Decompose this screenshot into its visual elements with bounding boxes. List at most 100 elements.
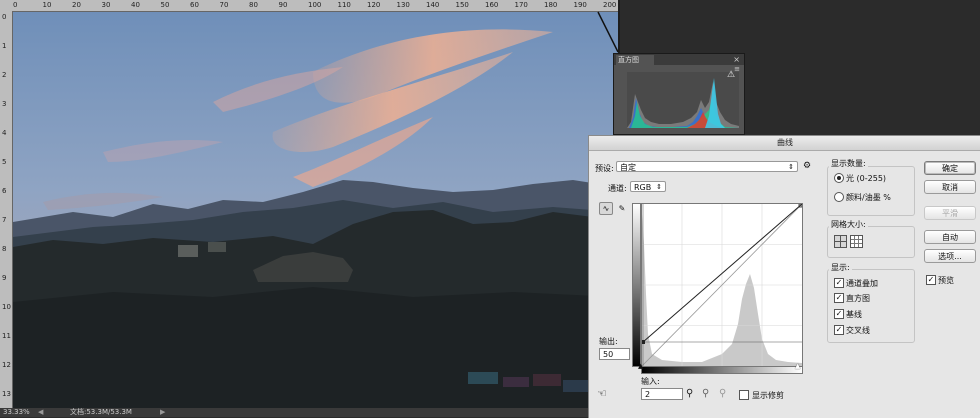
histogram-label: 直方图 (846, 294, 870, 303)
ruler-left-label: 4 (2, 129, 7, 137)
smooth-button[interactable]: 平滑 (924, 206, 976, 220)
preview-checkbox[interactable]: ✓ (926, 275, 936, 285)
histogram-panel-header[interactable]: 直方图 × (614, 54, 744, 65)
channel-label: 通道: (608, 184, 627, 193)
auto-button[interactable]: 自动 (924, 230, 976, 244)
output-field[interactable]: 50 (599, 348, 630, 360)
ruler-left-label: 2 (2, 71, 7, 79)
show-amount-title: 显示数量: (829, 158, 868, 169)
photo-canvas[interactable] (13, 12, 618, 408)
histogram-chart (627, 72, 739, 128)
ruler-top-label: 10 (42, 1, 52, 9)
cancel-button[interactable]: 取消 (924, 180, 976, 194)
ruler-top-label: 140 (426, 1, 440, 9)
ruler-top-label: 50 (160, 1, 170, 9)
preset-value: 自定 (620, 163, 636, 172)
output-gradient-bar (632, 203, 641, 367)
ruler-left-label: 8 (2, 245, 7, 253)
ruler-left: 0 1 2 3 4 5 6 7 8 9 10 11 12 13 (0, 11, 13, 408)
ruler-top-label: 180 (544, 1, 558, 9)
channel-overlays-checkbox[interactable]: ✓ (834, 278, 844, 288)
white-eyedropper-icon[interactable]: ⚲ (719, 388, 726, 399)
landscape-photo (13, 12, 618, 408)
ok-button[interactable]: 确定 (924, 161, 976, 175)
ruler-left-label: 6 (2, 187, 7, 195)
light-option-label: 光 (0-255) (846, 174, 887, 183)
detailed-grid-icon[interactable] (850, 235, 863, 248)
white-point-slider[interactable]: ▲ (795, 362, 800, 370)
ruler-left-label: 12 (2, 361, 11, 369)
ruler-top-label: 150 (455, 1, 469, 9)
curve-point-tool[interactable]: ∿ (599, 202, 613, 215)
ruler-left-label: 1 (2, 42, 7, 50)
ruler-top: 0 10 20 30 40 50 60 70 80 90 100 110 120 130 140 150 160… (0, 0, 620, 12)
ruler-top-label: 90 (278, 1, 288, 9)
warning-icon[interactable]: ⚠ (727, 70, 735, 80)
baseline-checkbox[interactable]: ✓ (834, 309, 844, 319)
document-size: 文档:53.3M/53.3M (70, 408, 132, 416)
ruler-top-label: 20 (72, 1, 81, 9)
black-eyedropper-icon[interactable]: ⚲ (686, 388, 693, 399)
ruler-top-label: 40 (131, 1, 140, 9)
options-button[interactable]: 选项... (924, 249, 976, 263)
panel-connector-line (597, 11, 619, 53)
ruler-top-label: 170 (514, 1, 528, 9)
dialog-title[interactable]: 曲线 (589, 136, 980, 151)
input-gradient-bar (641, 366, 803, 374)
ruler-left-label: 0 (2, 13, 7, 21)
close-icon[interactable]: × (733, 54, 740, 65)
show-clipping-checkbox[interactable] (739, 390, 749, 400)
ruler-top-label: 130 (396, 1, 410, 9)
histogram-checkbox[interactable]: ✓ (834, 293, 844, 303)
chevron-updown-icon: ⇕ (656, 183, 662, 191)
ruler-left-label: 13 (2, 390, 11, 398)
ruler-top-label: 200 (603, 1, 617, 9)
gray-eyedropper-icon[interactable]: ⚲ (702, 388, 709, 399)
status-bar: 33.33% ◀ 文档:53.3M/53.3M ▶ (0, 408, 620, 417)
show-clipping-label: 显示修剪 (752, 391, 784, 400)
zoom-level[interactable]: 33.33% (3, 408, 30, 417)
ruler-left-label: 5 (2, 158, 7, 166)
grid-size-title: 网格大小: (829, 219, 868, 230)
pigment-radio[interactable] (834, 192, 844, 202)
baseline-label: 基线 (846, 310, 862, 319)
status-menu-icon[interactable]: ▶ (160, 408, 165, 417)
light-radio[interactable] (834, 173, 844, 183)
ruler-top-label: 110 (337, 1, 351, 9)
intersection-line-label: 交叉线 (846, 326, 870, 335)
simple-grid-icon[interactable] (834, 235, 847, 248)
ruler-top-label: 30 (101, 1, 111, 9)
pencil-icon[interactable]: ✎ (615, 202, 629, 215)
channel-overlays-label: 通道叠加 (846, 279, 878, 288)
preset-select[interactable]: 自定 ⇕ (616, 161, 798, 172)
ruler-left-label: 11 (2, 332, 11, 340)
input-field[interactable]: 2 (641, 388, 683, 400)
preset-label: 预设: (595, 164, 614, 173)
show-title: 显示: (829, 262, 852, 273)
histogram-tab[interactable]: 直方图 (616, 55, 654, 65)
histogram-panel: 直方图 × ≡ ⚠ (613, 53, 745, 135)
ruler-top-label: 190 (573, 1, 587, 9)
ruler-left-label: 10 (2, 303, 11, 311)
curves-dialog: 曲线 预设: 自定 ⇕ ⚙ 通道: RGB ⇕ ∿ ✎ 输出: 50 ▲ ▲ 输… (588, 135, 980, 418)
chevron-updown-icon: ⇕ (788, 163, 794, 171)
ruler-top-label: 60 (190, 1, 199, 9)
channel-value: RGB (634, 183, 652, 192)
ruler-top-label: 160 (485, 1, 499, 9)
ruler-top-label: 0 (13, 1, 18, 9)
ruler-top-label: 70 (219, 1, 229, 9)
curves-graph[interactable] (641, 203, 803, 367)
intersection-line-checkbox[interactable]: ✓ (834, 325, 844, 335)
black-point-slider[interactable]: ▲ (638, 362, 643, 370)
status-arrow[interactable]: ◀ (38, 408, 43, 417)
gear-icon[interactable]: ⚙ (803, 161, 811, 171)
ruler-top-label: 80 (249, 1, 258, 9)
output-label: 输出: (599, 337, 618, 346)
pigment-option-label: 颜料/油墨 % (846, 193, 891, 202)
ruler-top-label: 100 (308, 1, 322, 9)
target-adjust-icon[interactable]: ☜ (597, 387, 607, 400)
channel-select[interactable]: RGB ⇕ (630, 181, 666, 192)
ruler-left-label: 7 (2, 216, 7, 224)
ruler-left-label: 9 (2, 274, 7, 282)
ruler-top-label: 120 (367, 1, 381, 9)
